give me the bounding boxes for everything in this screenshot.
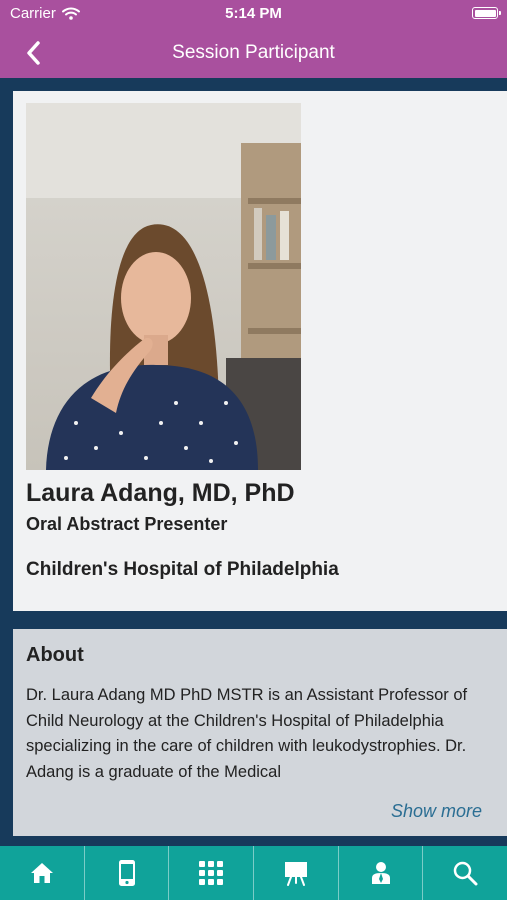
speaker-icon	[371, 862, 390, 884]
tab-mobile[interactable]	[83, 846, 169, 900]
show-more-link[interactable]: Show more	[391, 801, 482, 822]
search-icon	[453, 861, 478, 886]
grid-icon	[199, 861, 224, 885]
status-bar: Carrier 5:14 PM	[0, 0, 507, 28]
about-card: About Dr. Laura Adang MD PhD MSTR is an …	[13, 629, 507, 836]
participant-photo	[26, 103, 301, 470]
status-time: 5:14 PM	[225, 5, 282, 22]
participant-card: Laura Adang, MD, PhD Oral Abstract Prese…	[13, 91, 507, 611]
tab-presentations[interactable]	[253, 846, 338, 900]
participant-organization: Children's Hospital of Philadelphia	[26, 559, 339, 580]
participant-name: Laura Adang, MD, PhD	[26, 479, 295, 507]
about-heading: About	[26, 644, 84, 666]
presentation-easel-icon	[284, 862, 307, 886]
tab-speakers[interactable]	[337, 846, 423, 900]
page-title: Session Participant	[172, 42, 335, 63]
home-icon	[30, 863, 53, 883]
about-text: Dr. Laura Adang MD PhD MSTR is an Assist…	[26, 686, 468, 781]
nav-bar: Session Participant	[0, 28, 507, 78]
tab-grid[interactable]	[168, 846, 253, 900]
tab-bar	[0, 846, 507, 900]
tab-home[interactable]	[0, 846, 84, 900]
mobile-device-icon	[118, 860, 135, 886]
participant-role: Oral Abstract Presenter	[26, 514, 228, 534]
battery-icon	[472, 7, 501, 19]
tab-search[interactable]	[422, 846, 507, 900]
